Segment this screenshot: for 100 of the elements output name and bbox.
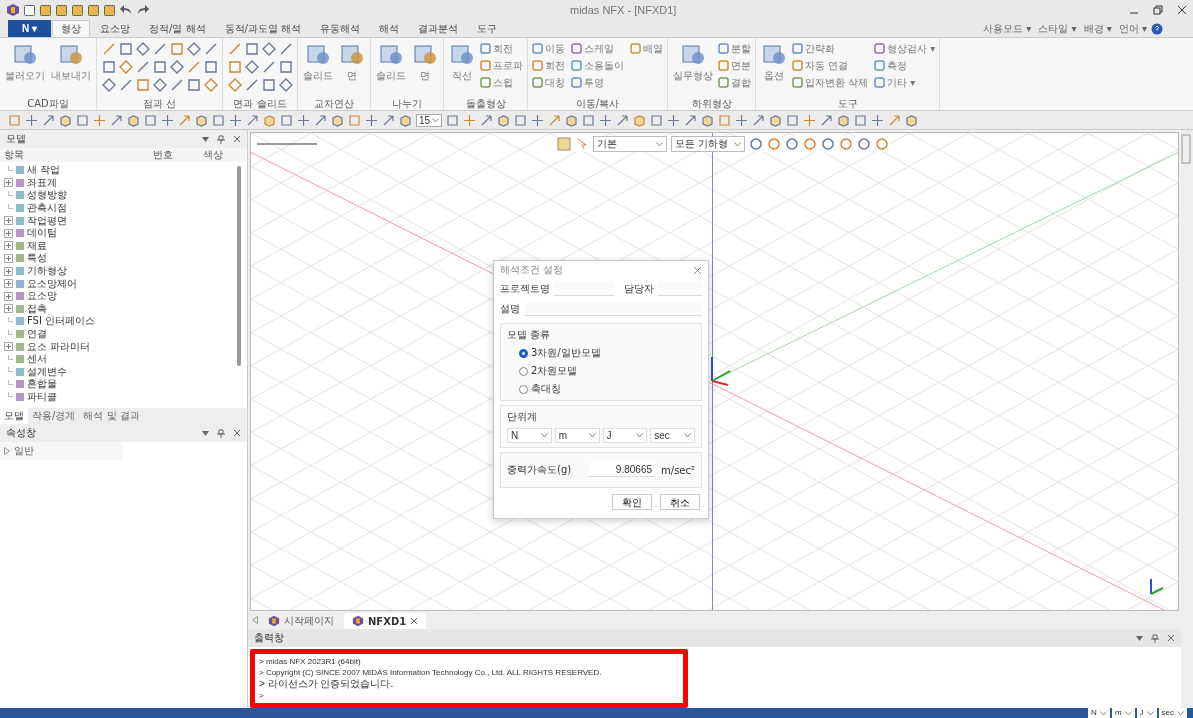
tree-item[interactable]: 관측시점 bbox=[27, 201, 67, 216]
view-tool-icon[interactable] bbox=[871, 113, 885, 127]
geometry-tool-icon[interactable] bbox=[169, 60, 184, 74]
ribbon-button[interactable]: 측정 bbox=[873, 57, 937, 74]
input-field[interactable] bbox=[658, 282, 702, 296]
style-dropdown[interactable]: 기본 bbox=[593, 136, 667, 152]
view-tool-icon[interactable] bbox=[76, 113, 89, 127]
expand-icon[interactable] bbox=[4, 304, 13, 314]
view-tool-icon[interactable] bbox=[735, 113, 749, 127]
ribbon-button[interactable]: 형상검사 ▾ bbox=[873, 40, 937, 57]
radio-button[interactable] bbox=[519, 384, 528, 394]
filter-tool-icon[interactable] bbox=[803, 137, 817, 151]
view-tool-icon[interactable] bbox=[463, 113, 477, 127]
expand-icon[interactable] bbox=[4, 266, 13, 276]
unit-dropdown[interactable]: m bbox=[554, 428, 600, 443]
view-tool-icon[interactable] bbox=[365, 113, 378, 127]
unit-dropdown[interactable]: N bbox=[507, 428, 552, 443]
ribbon-button[interactable]: 면분 bbox=[717, 57, 752, 74]
geometry-tool-icon[interactable] bbox=[135, 78, 150, 92]
ribbon-button[interactable]: 배열 bbox=[629, 40, 664, 57]
tree-item[interactable]: 재료 bbox=[27, 238, 47, 253]
input-field[interactable]: 9.80665 bbox=[589, 463, 655, 477]
geometry-tool-icon[interactable] bbox=[101, 42, 116, 56]
panel-tab[interactable]: 해석 및 결과 bbox=[79, 408, 144, 424]
geometry-tool-icon[interactable] bbox=[186, 60, 201, 74]
view-tool-icon[interactable] bbox=[314, 113, 327, 127]
view-tool-icon[interactable] bbox=[280, 113, 293, 127]
expand-icon[interactable] bbox=[4, 228, 13, 238]
expand-arrow-icon[interactable] bbox=[4, 447, 10, 455]
tree-item[interactable]: 요소 파라미터 bbox=[27, 339, 91, 354]
filter-tool-icon[interactable] bbox=[785, 137, 799, 151]
menu-dropdown[interactable]: 배경 ▾ bbox=[1080, 20, 1115, 37]
ribbon-tab[interactable]: 결과분석 bbox=[409, 20, 468, 37]
dropdown-icon[interactable] bbox=[1136, 635, 1143, 641]
view-tool-icon[interactable] bbox=[229, 113, 242, 127]
close-icon[interactable] bbox=[1167, 634, 1175, 643]
geometry-tool-icon[interactable] bbox=[278, 42, 293, 56]
view-tool-icon[interactable] bbox=[212, 113, 225, 127]
geometry-tool-icon[interactable] bbox=[169, 78, 184, 92]
view-tool-icon[interactable] bbox=[650, 113, 664, 127]
ribbon-button[interactable]: 스윕 bbox=[479, 74, 524, 91]
geometry-tool-icon[interactable] bbox=[101, 78, 116, 92]
dropdown-icon[interactable] bbox=[202, 430, 209, 436]
geometry-tool-icon[interactable] bbox=[118, 60, 133, 74]
tree-item[interactable]: 작업평면 bbox=[27, 213, 67, 228]
quick-access-icon[interactable] bbox=[55, 3, 68, 17]
view-tool-icon[interactable] bbox=[820, 113, 834, 127]
dialog-button[interactable]: 확인 bbox=[612, 494, 652, 510]
menu-dropdown[interactable]: 언어 ▾ bbox=[1115, 20, 1150, 37]
view-tool-icon[interactable] bbox=[382, 113, 395, 127]
ribbon-button[interactable]: 실무형상 bbox=[671, 40, 715, 84]
tree-item[interactable]: 새 작업 bbox=[27, 163, 61, 178]
view-tool-icon[interactable] bbox=[701, 113, 715, 127]
property-category[interactable]: 일반 bbox=[14, 444, 34, 458]
radio-button[interactable] bbox=[519, 366, 528, 376]
geometry-tool-icon[interactable] bbox=[244, 60, 259, 74]
ruler-slider-icon[interactable] bbox=[257, 140, 317, 148]
view-tool-icon[interactable] bbox=[480, 113, 494, 127]
view-tool-icon[interactable] bbox=[25, 113, 38, 127]
filter-tool-icon[interactable] bbox=[857, 137, 871, 151]
undo-icon[interactable] bbox=[119, 4, 133, 16]
ribbon-button[interactable]: 솔리드 bbox=[374, 40, 408, 84]
close-icon[interactable] bbox=[1177, 5, 1187, 15]
document-tab[interactable]: 시작페이지 bbox=[260, 613, 342, 630]
geometry-tool-icon[interactable] bbox=[152, 60, 167, 74]
expand-icon[interactable] bbox=[4, 342, 13, 352]
view-tool-icon[interactable] bbox=[161, 113, 174, 127]
tree-item[interactable]: 기하형상 bbox=[27, 264, 67, 279]
tree-item[interactable]: 접촉 bbox=[27, 301, 47, 316]
tree-item[interactable]: 파티클 bbox=[27, 390, 57, 404]
ribbon-button[interactable]: 회전 bbox=[531, 57, 566, 74]
unit-dropdown[interactable]: m bbox=[1111, 708, 1135, 718]
close-icon[interactable] bbox=[233, 135, 241, 143]
view-tool-icon[interactable] bbox=[446, 113, 460, 127]
radio-option[interactable]: 2차원모델 bbox=[519, 364, 695, 378]
menu-dropdown[interactable]: 스타일 ▾ bbox=[1035, 20, 1080, 37]
view-tool-icon[interactable] bbox=[531, 113, 545, 127]
ribbon-button[interactable]: 분할 bbox=[717, 40, 752, 57]
ribbon-button[interactable]: 대칭 bbox=[531, 74, 566, 91]
ribbon-button[interactable]: 옵션 bbox=[759, 40, 789, 84]
view-tool-icon[interactable] bbox=[905, 113, 919, 127]
dialog-button[interactable]: 취소 bbox=[660, 494, 700, 510]
view-tool-icon[interactable] bbox=[127, 113, 140, 127]
filter-tool-icon[interactable] bbox=[767, 137, 781, 151]
close-icon[interactable] bbox=[233, 429, 241, 437]
view-tool-icon[interactable] bbox=[684, 113, 698, 127]
radio-option[interactable]: 3차원/일반모델 bbox=[519, 346, 695, 360]
geometry-tool-icon[interactable] bbox=[186, 78, 201, 92]
step-dropdown[interactable]: 15 bbox=[416, 113, 443, 127]
ribbon-button[interactable]: 결합 bbox=[717, 74, 752, 91]
view-tool-icon[interactable] bbox=[297, 113, 310, 127]
view-tool-icon[interactable] bbox=[888, 113, 902, 127]
ribbon-button[interactable]: 이동 bbox=[531, 40, 566, 57]
view-tool-icon[interactable] bbox=[42, 113, 55, 127]
unit-dropdown[interactable]: sec bbox=[650, 428, 695, 443]
ribbon-tab[interactable]: 도구 bbox=[468, 20, 507, 37]
filter-tool-icon[interactable] bbox=[875, 137, 889, 151]
menu-dropdown[interactable]: 사용모드 ▾ bbox=[980, 20, 1035, 37]
view-tool-icon[interactable] bbox=[837, 113, 851, 127]
tree-item[interactable]: 특성 bbox=[27, 251, 47, 266]
